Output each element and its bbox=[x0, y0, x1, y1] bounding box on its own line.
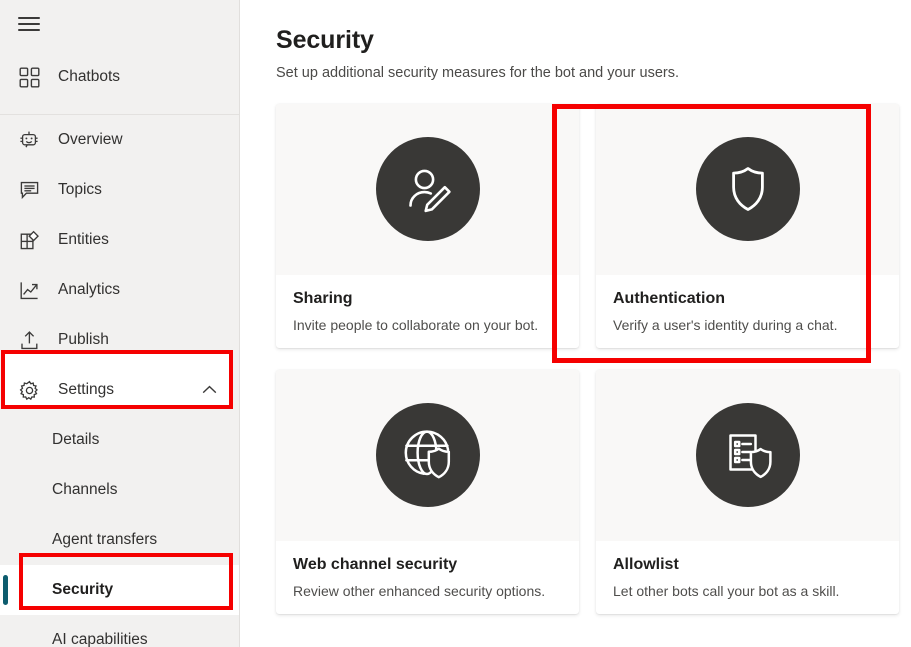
card-hero bbox=[276, 370, 579, 541]
sidebar-item-label: Publish bbox=[58, 332, 109, 348]
list-shield-icon bbox=[720, 427, 776, 483]
security-card-grid: Sharing Invite people to collaborate on … bbox=[276, 104, 899, 614]
globe-shield-icon bbox=[400, 427, 456, 483]
card-hero bbox=[596, 104, 899, 275]
app-root: Chatbots bbox=[0, 0, 911, 647]
sidebar-item-agent-transfers[interactable]: Agent transfers bbox=[0, 515, 239, 565]
card-description: Verify a user's identity during a chat. bbox=[613, 316, 882, 334]
hamburger-icon[interactable] bbox=[18, 17, 40, 31]
hamburger-bar bbox=[18, 23, 40, 25]
page-title: Security bbox=[276, 26, 911, 55]
sidebar-item-label: AI capabilities bbox=[52, 631, 148, 647]
sidebar-item-label: Settings bbox=[58, 382, 114, 398]
card-body: Sharing Invite people to collaborate on … bbox=[276, 275, 579, 334]
hamburger-bar bbox=[18, 17, 40, 19]
page-subtitle: Set up additional security measures for … bbox=[276, 64, 911, 83]
sidebar-item-overview[interactable]: Overview bbox=[0, 115, 239, 165]
bot-icon bbox=[18, 129, 40, 151]
sidebar-item-details[interactable]: Details bbox=[0, 415, 239, 465]
sidebar-item-label: Entities bbox=[58, 232, 109, 248]
sidebar-item-channels[interactable]: Channels bbox=[0, 465, 239, 515]
card-body: Web channel security Review other enhanc… bbox=[276, 541, 579, 600]
grid-apps-icon bbox=[18, 66, 40, 88]
icon-circle bbox=[376, 137, 480, 241]
icon-circle bbox=[376, 403, 480, 507]
shield-icon bbox=[720, 161, 776, 217]
card-body: Authentication Verify a user's identity … bbox=[596, 275, 899, 334]
card-hero bbox=[596, 370, 899, 541]
card-authentication[interactable]: Authentication Verify a user's identity … bbox=[596, 104, 899, 348]
card-title: Sharing bbox=[293, 289, 562, 308]
card-sharing[interactable]: Sharing Invite people to collaborate on … bbox=[276, 104, 579, 348]
card-title: Web channel security bbox=[293, 555, 562, 574]
sidebar-item-ai-capabilities[interactable]: AI capabilities bbox=[0, 615, 239, 647]
entities-grid-icon bbox=[18, 229, 40, 251]
sidebar: Chatbots bbox=[0, 0, 240, 647]
sidebar-item-analytics[interactable]: Analytics bbox=[0, 265, 239, 315]
sidebar-item-topics[interactable]: Topics bbox=[0, 165, 239, 215]
gear-icon bbox=[18, 379, 40, 401]
hamburger-bar bbox=[18, 29, 40, 31]
card-web-channel-security[interactable]: Web channel security Review other enhanc… bbox=[276, 370, 579, 614]
sidebar-item-security[interactable]: Security bbox=[0, 565, 239, 615]
main-content: Security Set up additional security meas… bbox=[240, 0, 911, 647]
sidebar-item-label: Topics bbox=[58, 182, 102, 198]
card-description: Let other bots call your bot as a skill. bbox=[613, 582, 882, 600]
card-description: Review other enhanced security options. bbox=[293, 582, 562, 600]
icon-circle bbox=[696, 403, 800, 507]
card-body: Allowlist Let other bots call your bot a… bbox=[596, 541, 899, 600]
sidebar-item-label: Analytics bbox=[58, 282, 120, 298]
sidebar-item-label: Overview bbox=[58, 132, 123, 148]
card-title: Allowlist bbox=[613, 555, 882, 574]
sidebar-item-label: Channels bbox=[52, 481, 118, 499]
analytics-trend-icon bbox=[18, 279, 40, 301]
sidebar-item-entities[interactable]: Entities bbox=[0, 215, 239, 265]
selection-accent-bar bbox=[3, 575, 8, 605]
sidebar-nav-group: Overview Topics bbox=[0, 115, 239, 647]
sidebar-item-label: Agent transfers bbox=[52, 531, 157, 549]
sidebar-item-settings[interactable]: Settings bbox=[0, 365, 239, 415]
sidebar-item-label: Chatbots bbox=[58, 69, 120, 85]
card-allowlist[interactable]: Allowlist Let other bots call your bot a… bbox=[596, 370, 899, 614]
sidebar-item-chatbots[interactable]: Chatbots bbox=[0, 52, 239, 102]
person-edit-icon bbox=[400, 161, 456, 217]
card-hero bbox=[276, 104, 579, 275]
card-title: Authentication bbox=[613, 289, 882, 308]
chevron-up-icon[interactable] bbox=[202, 385, 217, 395]
sidebar-item-label: Security bbox=[52, 581, 113, 599]
sidebar-item-label: Details bbox=[52, 431, 99, 449]
sidebar-primary-group: Chatbots bbox=[0, 48, 239, 102]
chat-bubble-icon bbox=[18, 179, 40, 201]
publish-upload-icon bbox=[18, 329, 40, 351]
hamburger-row bbox=[0, 0, 239, 48]
card-description: Invite people to collaborate on your bot… bbox=[293, 316, 562, 334]
icon-circle bbox=[696, 137, 800, 241]
